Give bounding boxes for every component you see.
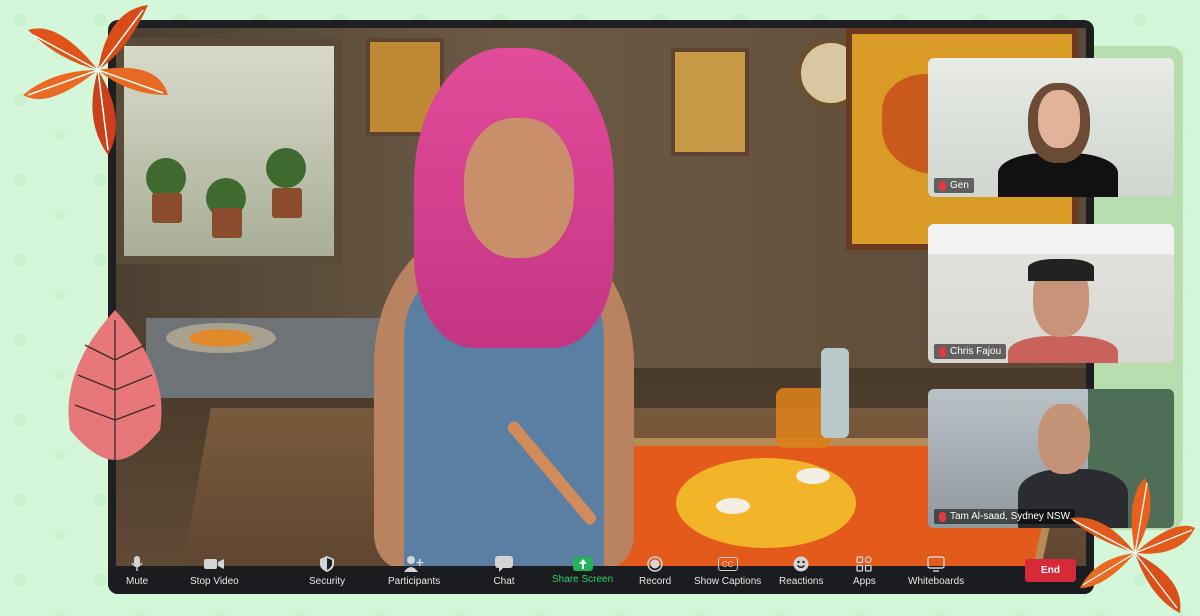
video-rug-eye	[716, 498, 750, 514]
participant-name-tag: Chris Fajou	[934, 344, 1007, 359]
headphones-icon	[1028, 259, 1094, 281]
participant-name: Tam Al-saad, Sydney NSW	[950, 511, 1071, 522]
security-button[interactable]: Security	[309, 555, 345, 587]
participant-name-tag: Tam Al-saad, Sydney NSW	[934, 509, 1076, 524]
orange-leaf-icon	[23, 5, 168, 155]
reactions-button[interactable]: Reactions	[779, 555, 823, 587]
participant-name: Chris Fajou	[950, 346, 1002, 357]
video-plant	[266, 148, 306, 188]
participant-tile[interactable]: Chris Fajou	[928, 224, 1174, 363]
apps-label: Apps	[853, 576, 876, 587]
participant-face	[1038, 404, 1090, 474]
chat-label: Chat	[493, 576, 515, 587]
video-camera-icon	[203, 555, 225, 573]
participant-torso	[1008, 336, 1118, 363]
participants-label: Participants	[388, 576, 441, 587]
participant-face	[1038, 90, 1080, 148]
video-person	[334, 48, 714, 566]
smiley-icon	[790, 555, 812, 573]
participant-name-tag: Gen	[934, 178, 974, 193]
record-button[interactable]: Record	[639, 555, 671, 587]
participant-ceiling	[928, 224, 1174, 254]
record-label: Record	[639, 576, 672, 587]
video-pot	[212, 208, 242, 238]
reactions-label: Reactions	[779, 576, 824, 587]
apps-icon	[853, 555, 875, 573]
muted-mic-icon	[939, 180, 946, 191]
video-plate	[166, 323, 276, 353]
show-captions-button[interactable]: CC Show Captions	[694, 555, 761, 587]
muted-mic-icon	[939, 511, 946, 522]
whiteboard-icon	[925, 555, 947, 573]
speech-bubble-icon	[493, 555, 515, 573]
whiteboards-label: Whiteboards	[908, 576, 965, 587]
person-face	[464, 118, 574, 258]
video-pot	[272, 188, 302, 218]
record-circle-icon	[644, 555, 666, 573]
video-pot	[152, 193, 182, 223]
shield-icon	[316, 555, 338, 573]
stop-video-label: Stop Video	[190, 576, 239, 587]
add-person-icon	[403, 555, 425, 573]
stop-video-button[interactable]: Stop Video	[190, 555, 239, 587]
video-rug-eye	[796, 468, 830, 484]
pink-leaf-icon	[68, 310, 162, 460]
chat-button[interactable]: Chat	[493, 555, 515, 587]
video-plant	[146, 158, 186, 198]
muted-mic-icon	[939, 346, 946, 357]
video-bottle	[821, 348, 849, 438]
participant-name: Gen	[950, 180, 969, 191]
whiteboards-button[interactable]: Whiteboards	[908, 555, 964, 587]
mute-button[interactable]: Mute	[126, 555, 148, 587]
mute-label: Mute	[126, 576, 149, 587]
share-arrow-icon	[572, 557, 593, 571]
show-captions-label: Show Captions	[694, 576, 762, 587]
share-screen-label: Share Screen	[552, 574, 614, 585]
captions-icon: CC	[717, 555, 739, 573]
microphone-icon	[126, 555, 148, 573]
security-label: Security	[309, 576, 346, 587]
apps-button[interactable]: Apps	[853, 555, 876, 587]
share-screen-button[interactable]: Share Screen	[552, 555, 613, 585]
captions-badge: CC	[717, 557, 738, 571]
participant-tile[interactable]: Gen	[928, 58, 1174, 197]
orange-leaf-icon	[1070, 478, 1195, 613]
participants-button[interactable]: Participants	[388, 555, 440, 587]
